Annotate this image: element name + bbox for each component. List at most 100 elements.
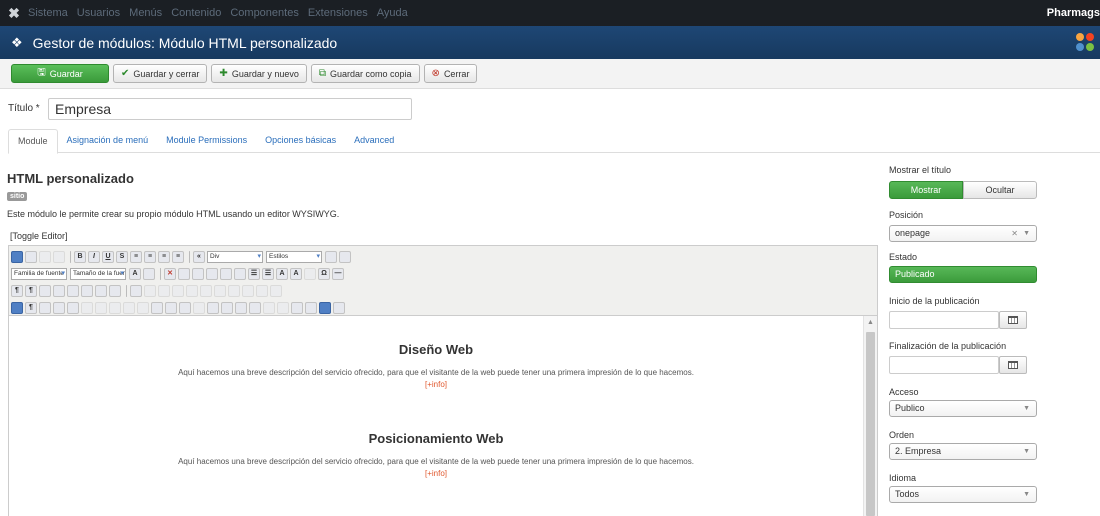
- tab-basic-options[interactable]: Opciones básicas: [256, 129, 345, 153]
- paste-text-icon[interactable]: [206, 268, 218, 280]
- publish-end-input[interactable]: [889, 356, 999, 374]
- table-icon[interactable]: [130, 285, 142, 297]
- tab-module[interactable]: Module: [8, 129, 58, 154]
- visual-aid-icon[interactable]: [11, 302, 23, 314]
- cut-icon[interactable]: ✕: [164, 268, 176, 280]
- font-family-select[interactable]: Familia de fuente: [11, 268, 67, 280]
- merge-cells-icon[interactable]: [270, 285, 282, 297]
- paste-icon[interactable]: [192, 268, 204, 280]
- readmore-icon[interactable]: [249, 302, 261, 314]
- more-info-link[interactable]: [+info]: [9, 380, 863, 389]
- delete-row-icon[interactable]: [200, 285, 212, 297]
- align-left-icon[interactable]: ≡: [130, 251, 142, 263]
- language-select[interactable]: Todos ▼: [889, 486, 1037, 503]
- brush-icon[interactable]: [339, 251, 351, 263]
- save-new-button[interactable]: ✚ Guardar y nuevo: [211, 64, 307, 83]
- row-after-icon[interactable]: [186, 285, 198, 297]
- save-draft-icon[interactable]: [319, 302, 331, 314]
- cite-icon[interactable]: [151, 302, 163, 314]
- undo-icon[interactable]: [39, 251, 51, 263]
- editor-scrollbar[interactable]: ▲: [863, 316, 877, 516]
- print-icon[interactable]: [81, 285, 93, 297]
- site-name-link[interactable]: Pharmags: [1047, 7, 1100, 19]
- styles-select[interactable]: Estilos: [266, 251, 322, 263]
- insert-layer-icon[interactable]: [53, 302, 65, 314]
- numbered-list-icon[interactable]: ☰: [262, 268, 274, 280]
- superscript2-icon[interactable]: A: [290, 268, 302, 280]
- media-icon[interactable]: [67, 285, 79, 297]
- align-right-icon[interactable]: ≡: [158, 251, 170, 263]
- fullscreen-icon[interactable]: [39, 285, 51, 297]
- subscript-icon[interactable]: A: [276, 268, 288, 280]
- attribs-icon[interactable]: [137, 302, 149, 314]
- pilcrow-icon[interactable]: ¶: [25, 302, 37, 314]
- menu-usuarios[interactable]: Usuarios: [77, 7, 120, 19]
- replace-icon[interactable]: [109, 285, 121, 297]
- editor-content-area[interactable]: Diseño Web Aquí hacemos una breve descri…: [9, 316, 877, 516]
- italic-icon[interactable]: I: [88, 251, 100, 263]
- tab-menu-assignment[interactable]: Asignación de menú: [58, 129, 158, 153]
- font-size-select[interactable]: Tamaño de la fuente: [70, 268, 126, 280]
- save-copy-button[interactable]: ⧉ Guardar como copia: [310, 64, 420, 83]
- strikeout-icon[interactable]: [304, 268, 316, 280]
- tab-module-permissions[interactable]: Module Permissions: [157, 129, 256, 153]
- show-title-off-button[interactable]: Ocultar: [963, 181, 1037, 199]
- superscript-icon[interactable]: [234, 268, 246, 280]
- template-icon[interactable]: [39, 302, 51, 314]
- order-select[interactable]: 2. Empresa ▼: [889, 443, 1037, 460]
- spellcheck-icon[interactable]: [221, 302, 233, 314]
- image-icon[interactable]: [53, 285, 65, 297]
- blockquote-icon[interactable]: «: [193, 251, 205, 263]
- del-icon[interactable]: [109, 302, 121, 314]
- menu-componentes[interactable]: Componentes: [230, 7, 299, 19]
- publish-start-calendar-button[interactable]: [999, 311, 1027, 329]
- rtl-icon[interactable]: ¶: [25, 285, 37, 297]
- special-char-icon[interactable]: Ω: [318, 268, 330, 280]
- menu-sistema[interactable]: Sistema: [28, 7, 68, 19]
- state-select[interactable]: Publicado: [889, 266, 1037, 283]
- col-before-icon[interactable]: [214, 285, 226, 297]
- redo-icon[interactable]: [53, 251, 65, 263]
- visualchars-icon[interactable]: [277, 302, 289, 314]
- save-close-button[interactable]: ✔ Guardar y cerrar: [113, 64, 208, 83]
- toggle-editor-link[interactable]: [Toggle Editor]: [10, 231, 68, 241]
- unlink-icon[interactable]: [193, 302, 205, 314]
- title-input[interactable]: [48, 98, 412, 120]
- restore-draft-icon[interactable]: [305, 302, 317, 314]
- scrollbar-thumb[interactable]: [866, 332, 875, 516]
- menu-ayuda[interactable]: Ayuda: [377, 7, 408, 19]
- format-select[interactable]: Div: [207, 251, 263, 263]
- search-icon[interactable]: [95, 285, 107, 297]
- acronym-icon[interactable]: [95, 302, 107, 314]
- table-cell-icon[interactable]: [158, 285, 170, 297]
- align-center-icon[interactable]: ≡: [144, 251, 156, 263]
- align-justify-icon[interactable]: ≡: [172, 251, 184, 263]
- row-before-icon[interactable]: [172, 285, 184, 297]
- horizontal-rule-icon[interactable]: —: [332, 268, 344, 280]
- close-button[interactable]: ⊗ Cerrar: [423, 64, 478, 83]
- code-icon[interactable]: [291, 302, 303, 314]
- abbr-icon[interactable]: [81, 302, 93, 314]
- delete-col-icon[interactable]: [242, 285, 254, 297]
- col-after-icon[interactable]: [228, 285, 240, 297]
- menu-extensiones[interactable]: Extensiones: [308, 7, 368, 19]
- ins-icon[interactable]: [123, 302, 135, 314]
- cleanup-icon[interactable]: [325, 251, 337, 263]
- preview-icon[interactable]: [333, 302, 345, 314]
- link-icon[interactable]: [179, 302, 191, 314]
- anchor-icon[interactable]: [165, 302, 177, 314]
- bullet-list-icon[interactable]: ☰: [248, 268, 260, 280]
- copy-icon[interactable]: [178, 268, 190, 280]
- tab-advanced[interactable]: Advanced: [345, 129, 403, 153]
- show-title-on-button[interactable]: Mostrar: [889, 181, 963, 199]
- joomla-x-icon[interactable]: ✖: [0, 5, 28, 22]
- menu-contenido[interactable]: Contenido: [171, 7, 221, 19]
- save-button[interactable]: 🖫 Guardar: [11, 64, 109, 83]
- access-select[interactable]: Publico ▼: [889, 400, 1037, 417]
- position-select[interactable]: onepage ✕ ▼: [889, 225, 1037, 242]
- split-cells-icon[interactable]: [256, 285, 268, 297]
- new-document-icon[interactable]: [25, 251, 37, 263]
- help-icon[interactable]: [11, 251, 23, 263]
- publish-start-input[interactable]: [889, 311, 999, 329]
- pagebreak-icon[interactable]: [235, 302, 247, 314]
